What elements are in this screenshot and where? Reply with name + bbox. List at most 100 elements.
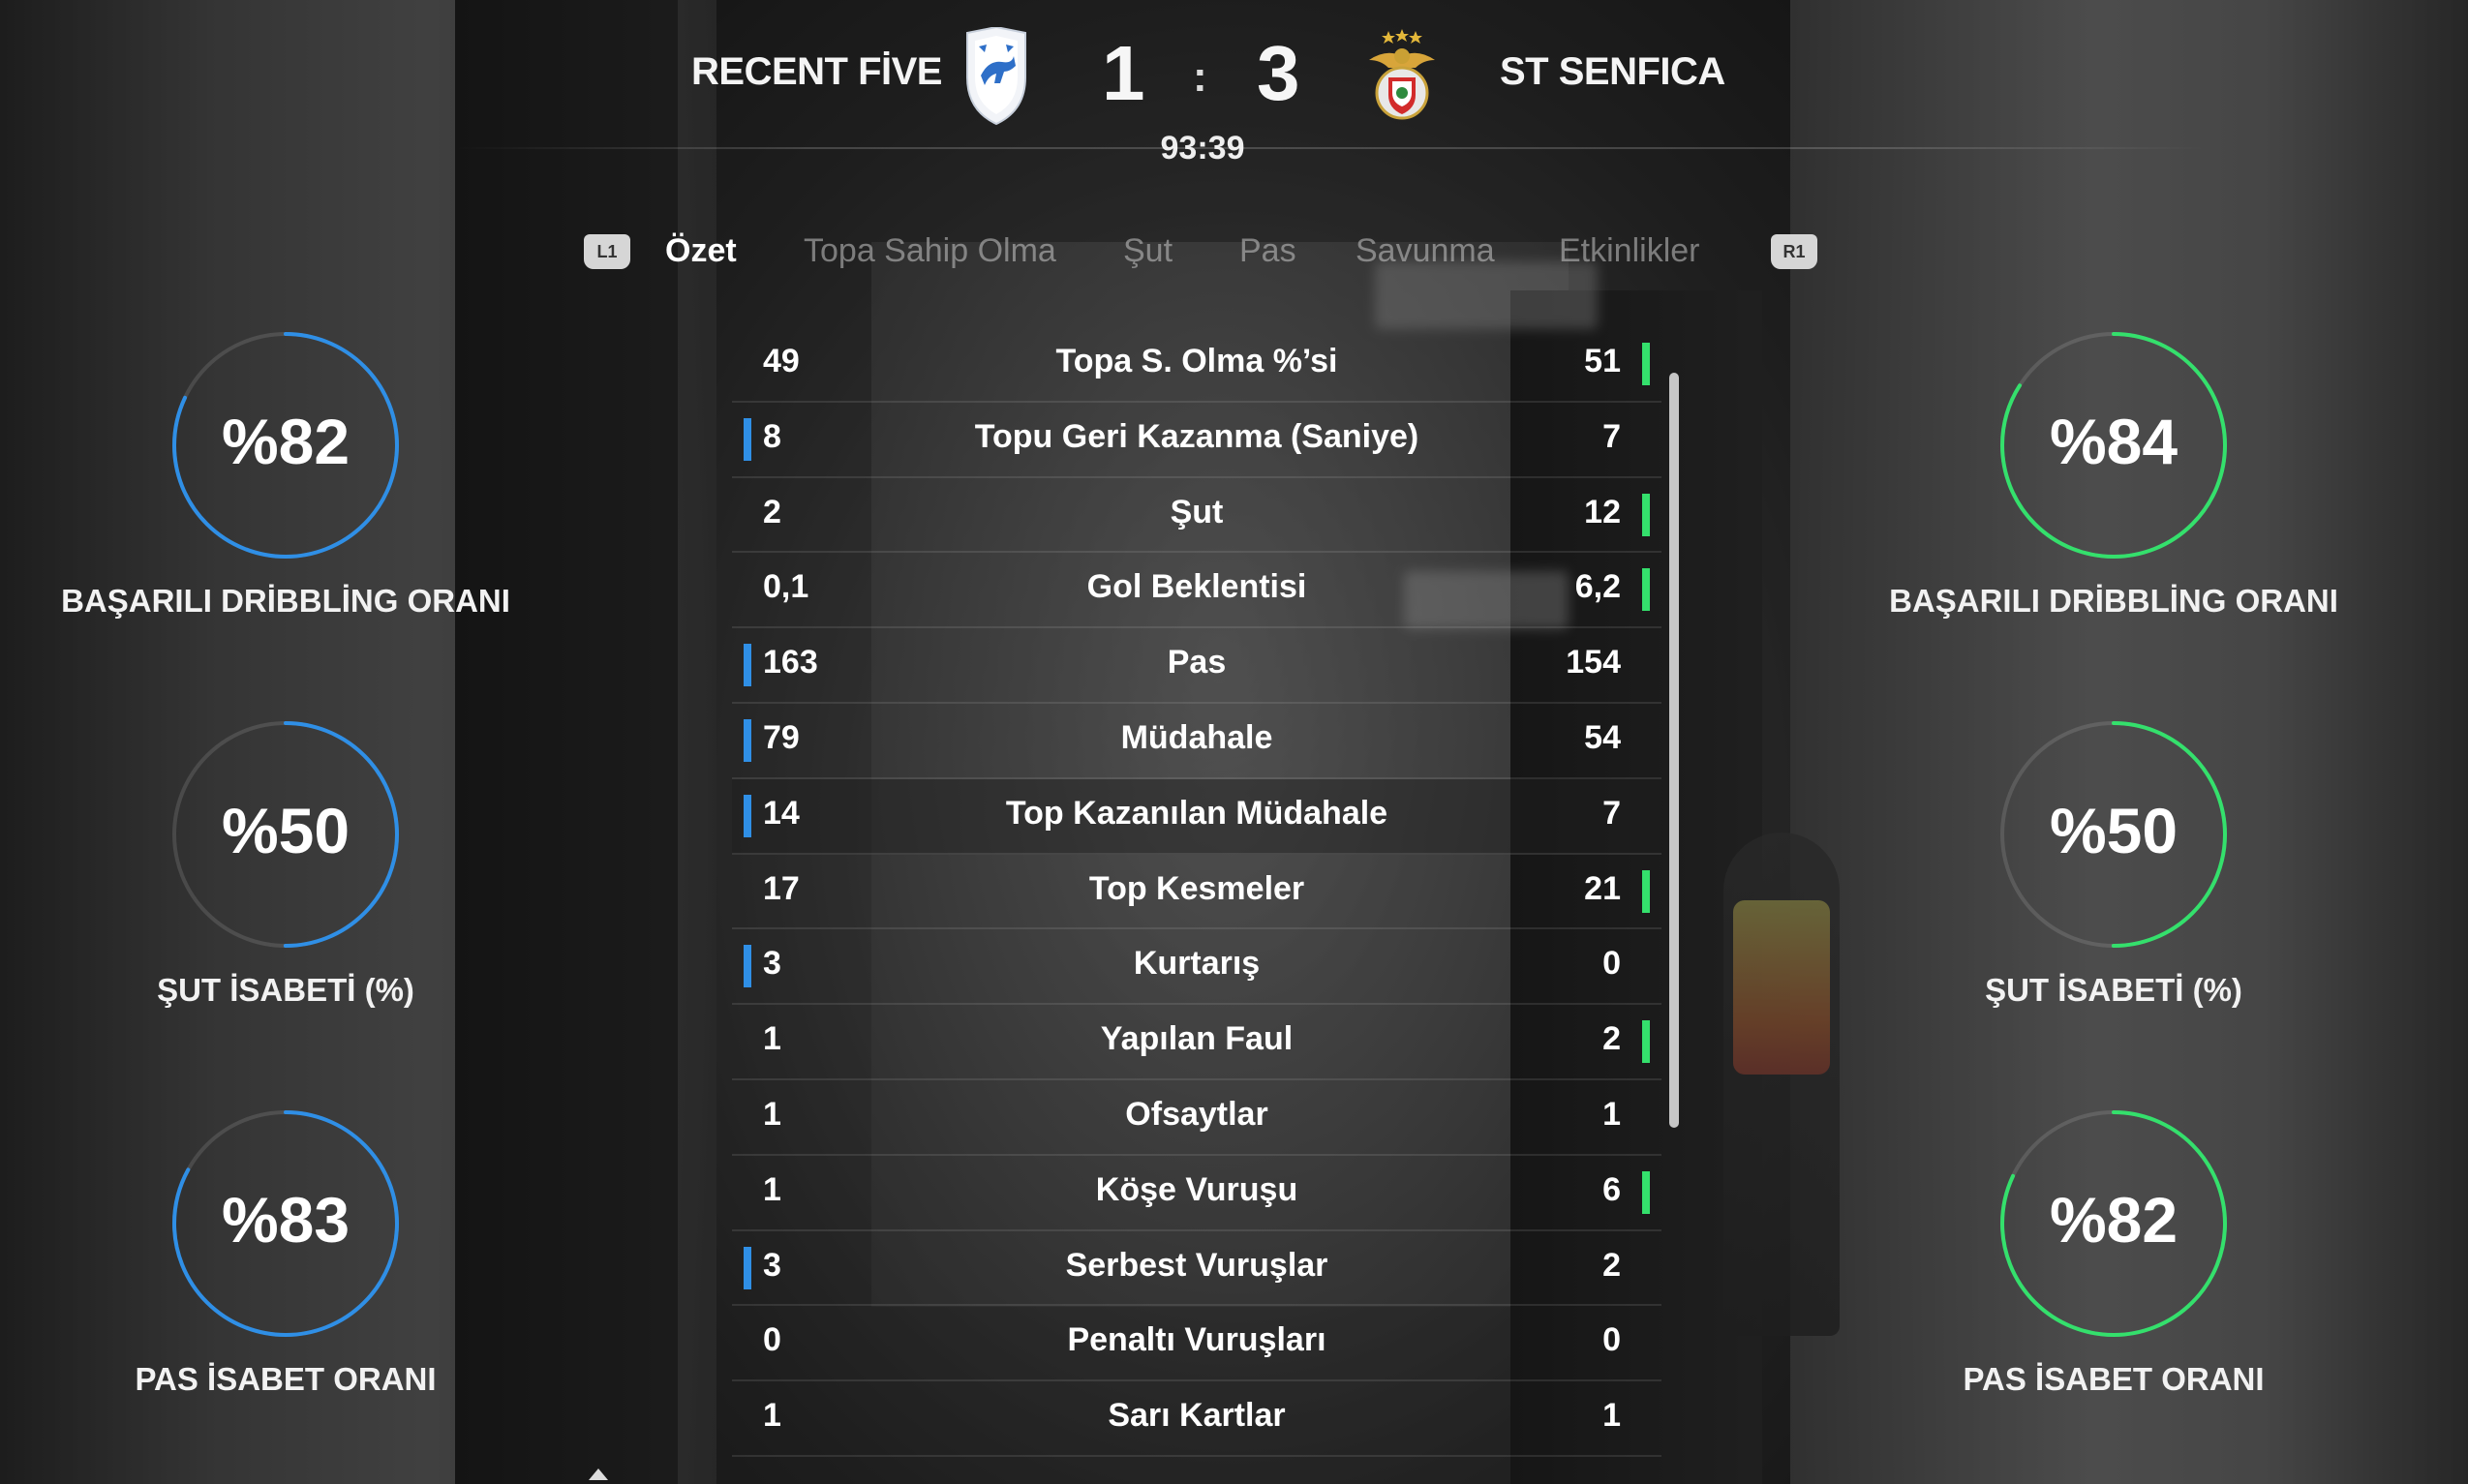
stat-label: Şut bbox=[1170, 493, 1224, 530]
home-leader-bar bbox=[744, 718, 751, 762]
home-dribble-value: %82 bbox=[221, 406, 350, 477]
away-shot-accuracy-value: %50 bbox=[2049, 795, 2179, 866]
stat-home-value: 49 bbox=[763, 343, 800, 379]
stat-away-value: 54 bbox=[1584, 718, 1621, 756]
stat-away-value: 12 bbox=[1584, 493, 1621, 530]
away-shot-accuracy-gauge: %50 ŞUT İSABETİ (%) bbox=[1843, 718, 2385, 1028]
stat-away-value: 7 bbox=[1602, 417, 1621, 455]
stat-label: Kurtarış bbox=[1133, 945, 1261, 983]
stat-away-value: 1 bbox=[1602, 1397, 1621, 1435]
away-pass-accuracy-gauge: %82 PAS İSABET ORANI bbox=[1843, 1107, 2385, 1417]
r1-bumper-icon[interactable]: R1 bbox=[1771, 234, 1817, 269]
stat-home-value: 2 bbox=[763, 493, 781, 530]
stat-label: Müdahale bbox=[1120, 718, 1273, 756]
away-leader-bar bbox=[1642, 568, 1650, 612]
stats-tab-bar: L1 Özet Topa Sahip Olma Şut Pas Savunma … bbox=[0, 223, 2468, 290]
home-team-crest-icon bbox=[966, 27, 1026, 126]
stat-row: 1 Köşe Vuruşu 6 bbox=[732, 1156, 1661, 1231]
home-shot-accuracy-label: ŞUT İSABETİ (%) bbox=[157, 972, 414, 1008]
away-shot-accuracy-label: ŞUT İSABETİ (%) bbox=[1985, 972, 2242, 1008]
stat-away-value: 6,2 bbox=[1574, 568, 1621, 606]
stat-label: Ofsaytlar bbox=[1125, 1095, 1268, 1133]
stat-row: 1 Sarı Kartlar 1 bbox=[732, 1381, 1661, 1457]
home-shot-accuracy-gauge: %50 ŞUT İSABETİ (%) bbox=[15, 718, 557, 1028]
home-shot-accuracy-value: %50 bbox=[221, 795, 350, 866]
away-dribble-gauge: %84 BAŞARILI DRİBBLİNG ORANI bbox=[1843, 329, 2385, 639]
match-stats-table: 49 Topa S. Olma %’si 51 8 Topu Geri Kazanma … bbox=[732, 327, 1661, 1457]
stat-away-value: 2 bbox=[1602, 1246, 1621, 1284]
away-leader-bar bbox=[1642, 493, 1650, 536]
tab-possession[interactable]: Topa Sahip Olma bbox=[804, 232, 1056, 270]
stat-home-value: 8 bbox=[763, 417, 781, 455]
tab-passing[interactable]: Pas bbox=[1239, 232, 1296, 270]
stat-row: 17 Top Kesmeler 21 bbox=[732, 855, 1661, 930]
away-score: 3 bbox=[1257, 30, 1300, 116]
home-leader-bar bbox=[744, 945, 751, 988]
stat-home-value: 3 bbox=[763, 1246, 781, 1284]
home-leader-bar bbox=[744, 644, 751, 687]
stat-row: 0 Penaltı Vuruşları 0 bbox=[732, 1306, 1661, 1382]
tab-summary[interactable]: Özet bbox=[665, 232, 737, 270]
home-leader-bar bbox=[744, 794, 751, 837]
stat-home-value: 163 bbox=[763, 644, 818, 681]
stat-away-value: 2 bbox=[1602, 1020, 1621, 1058]
stat-home-value: 1 bbox=[763, 1170, 781, 1208]
stat-away-value: 154 bbox=[1566, 644, 1621, 681]
home-leader-bar bbox=[744, 1246, 751, 1289]
stat-home-value: 3 bbox=[763, 945, 781, 983]
stat-home-value: 14 bbox=[763, 794, 800, 832]
stat-away-value: 51 bbox=[1584, 343, 1621, 379]
stat-home-value: 0 bbox=[763, 1321, 781, 1359]
tab-defending[interactable]: Savunma bbox=[1356, 232, 1495, 270]
away-leader-bar bbox=[1642, 1170, 1650, 1214]
away-leader-bar bbox=[1642, 1020, 1650, 1064]
stat-label: Topa S. Olma %’si bbox=[1055, 343, 1338, 379]
away-leader-bar bbox=[1642, 343, 1650, 385]
stat-label: Pas bbox=[1167, 644, 1227, 681]
stat-label: Serbest Vuruşlar bbox=[1065, 1246, 1328, 1284]
tab-shooting[interactable]: Şut bbox=[1123, 232, 1173, 270]
stat-away-value: 21 bbox=[1584, 869, 1621, 907]
stat-home-value: 79 bbox=[763, 718, 800, 756]
stat-row: 3 Kurtarış 0 bbox=[732, 929, 1661, 1006]
stat-label: Sarı Kartlar bbox=[1108, 1397, 1286, 1435]
stat-row: 0,1 Gol Beklentisi 6,2 bbox=[732, 553, 1661, 629]
home-pass-accuracy-label: PAS İSABET ORANI bbox=[135, 1361, 437, 1397]
caret-up-icon bbox=[589, 1469, 608, 1480]
away-team-name: ST SENFICA bbox=[1500, 50, 1725, 93]
home-leader-bar bbox=[744, 417, 751, 461]
stat-label: Yapılan Faul bbox=[1100, 1020, 1294, 1058]
stat-label: Köşe Vuruşu bbox=[1095, 1170, 1298, 1208]
score-separator: : bbox=[1193, 53, 1207, 101]
stat-row: 8 Topu Geri Kazanma (Saniye) 7 bbox=[732, 403, 1661, 478]
stat-home-value: 1 bbox=[763, 1397, 781, 1435]
stat-away-value: 7 bbox=[1602, 794, 1621, 832]
home-dribble-gauge: %82 BAŞARILI DRİBBLİNG ORANI bbox=[15, 329, 557, 639]
stat-label: Gol Beklentisi bbox=[1086, 568, 1307, 606]
stat-row: 49 Topa S. Olma %’si 51 bbox=[732, 327, 1661, 403]
stat-away-value: 6 bbox=[1602, 1170, 1621, 1208]
away-team-crest-icon bbox=[1369, 29, 1435, 120]
stat-home-value: 1 bbox=[763, 1095, 781, 1133]
stat-home-value: 1 bbox=[763, 1020, 781, 1058]
stat-row: 2 Şut 12 bbox=[732, 478, 1661, 554]
stat-row: 3 Serbest Vuruşlar 2 bbox=[732, 1231, 1661, 1307]
stat-label: Penaltı Vuruşları bbox=[1067, 1321, 1326, 1359]
stat-label: Top Kesmeler bbox=[1088, 869, 1305, 907]
stat-label: Topu Geri Kazanma (Saniye) bbox=[974, 417, 1419, 455]
scoreboard-header: RECENT FİVE 1 : 3 ST SENFICA 93:39 bbox=[0, 0, 2468, 174]
home-dribble-label: BAŞARILI DRİBBLİNG ORANI bbox=[61, 583, 510, 619]
stats-scrollbar[interactable] bbox=[1669, 373, 1679, 1128]
header-divider bbox=[455, 147, 2208, 149]
away-dribble-label: BAŞARILI DRİBBLİNG ORANI bbox=[1889, 583, 2338, 619]
stat-away-value: 0 bbox=[1602, 945, 1621, 983]
tab-events[interactable]: Etkinlikler bbox=[1559, 232, 1699, 270]
home-pass-accuracy-gauge: %83 PAS İSABET ORANI bbox=[15, 1107, 557, 1417]
away-pass-accuracy-value: %82 bbox=[2049, 1184, 2179, 1256]
away-pass-accuracy-label: PAS İSABET ORANI bbox=[1963, 1361, 2265, 1397]
home-team-name: RECENT FİVE bbox=[691, 50, 942, 93]
stat-row: 79 Müdahale 54 bbox=[732, 704, 1661, 779]
away-leader-bar bbox=[1642, 869, 1650, 913]
l1-bumper-icon[interactable]: L1 bbox=[584, 234, 630, 269]
stat-row: 163 Pas 154 bbox=[732, 628, 1661, 704]
